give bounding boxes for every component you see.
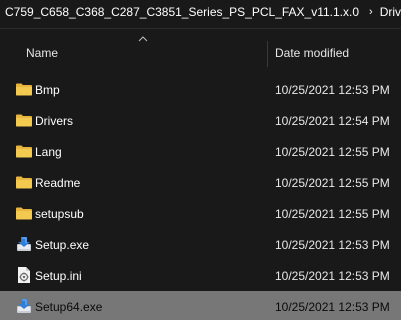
file-row[interactable]: setupsub 10/25/2021 12:55 PM (0, 198, 401, 229)
file-name: Setup.exe (35, 238, 90, 252)
file-row[interactable]: Readme 10/25/2021 12:55 PM (0, 167, 401, 198)
installer-icon (15, 297, 33, 315)
breadcrumb-divider (0, 28, 401, 29)
column-header-name[interactable]: Name (26, 46, 58, 60)
folder-icon (15, 142, 33, 160)
file-name: Setup64.exe (35, 300, 103, 314)
folder-icon (15, 173, 33, 191)
file-list: Bmp 10/25/2021 12:53 PM Drivers 10/25/2021 … (0, 74, 401, 320)
file-name: Bmp (35, 83, 60, 97)
file-name: Drivers (35, 114, 73, 128)
file-date-modified: 10/25/2021 12:53 PM (275, 269, 390, 283)
folder-icon (15, 204, 33, 222)
column-resize-handle[interactable] (267, 41, 268, 67)
breadcrumb-parent-folder[interactable]: C759_C658_C368_C287_C3851_Series_PS_PCL_… (5, 5, 359, 19)
sort-ascending-icon (138, 36, 148, 42)
folder-icon (15, 111, 33, 129)
file-name: Setup.ini (35, 269, 82, 283)
file-date-modified: 10/25/2021 12:53 PM (275, 83, 390, 97)
file-row[interactable]: Setup64.exe 10/25/2021 12:53 PM (0, 291, 401, 320)
file-name: Lang (35, 145, 62, 159)
file-date-modified: 10/25/2021 12:53 PM (275, 238, 390, 252)
file-date-modified: 10/25/2021 12:55 PM (275, 145, 390, 159)
file-date-modified: 10/25/2021 12:55 PM (275, 176, 390, 190)
breadcrumb: C759_C658_C368_C287_C3851_Series_PS_PCL_… (0, 0, 401, 24)
column-header-row: Name Date modified (0, 33, 401, 73)
file-name: Readme (35, 176, 81, 190)
file-explorer-window: C759_C658_C368_C287_C3851_Series_PS_PCL_… (0, 0, 401, 320)
file-date-modified: 10/25/2021 12:55 PM (275, 207, 390, 221)
file-date-modified: 10/25/2021 12:53 PM (275, 300, 390, 314)
file-row[interactable]: Drivers 10/25/2021 12:54 PM (0, 105, 401, 136)
config-file-icon (15, 266, 33, 284)
installer-icon (15, 235, 33, 253)
file-name: setupsub (35, 207, 84, 221)
breadcrumb-chevron-icon[interactable]: › (369, 6, 373, 18)
column-header-date-modified[interactable]: Date modified (275, 46, 349, 60)
file-row[interactable]: Setup.exe 10/25/2021 12:53 PM (0, 229, 401, 260)
file-row[interactable]: Bmp 10/25/2021 12:53 PM (0, 74, 401, 105)
file-date-modified: 10/25/2021 12:54 PM (275, 114, 390, 128)
breadcrumb-current-folder[interactable]: Driver (380, 5, 401, 19)
file-row[interactable]: Setup.ini 10/25/2021 12:53 PM (0, 260, 401, 291)
file-row[interactable]: Lang 10/25/2021 12:55 PM (0, 136, 401, 167)
folder-icon (15, 80, 33, 98)
